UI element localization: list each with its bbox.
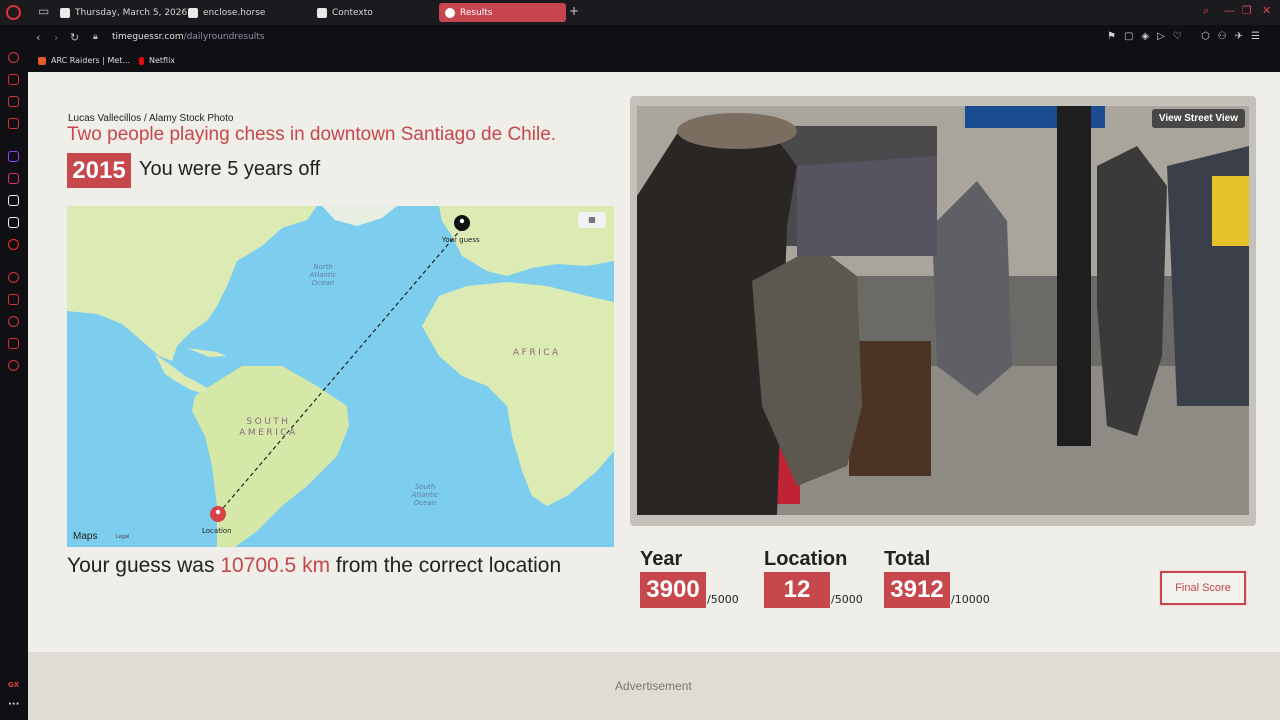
bookmark-arc-raiders[interactable]: ARC Raiders | Met... bbox=[38, 56, 130, 65]
toolbar-icons[interactable]: ⚑▢◈▷♡ ⬡⚇✈☰ bbox=[1107, 31, 1268, 42]
location-score: Location 12 /5000 bbox=[764, 548, 863, 608]
new-tab-button[interactable]: + bbox=[569, 4, 579, 18]
guess-pin-dot bbox=[459, 218, 465, 224]
maps-legal-link[interactable]: Legal bbox=[116, 534, 129, 540]
year-score-max: /5000 bbox=[707, 593, 739, 606]
africa-landmass bbox=[422, 282, 614, 506]
gx-label[interactable]: GX bbox=[8, 681, 19, 689]
total-score-label: Total bbox=[884, 548, 931, 570]
back-icon[interactable]: ‹ bbox=[36, 31, 40, 44]
arc-raiders-icon bbox=[38, 56, 46, 65]
location-score-max: /5000 bbox=[831, 593, 863, 606]
results-page: Lucas Vallecillos / Alamy Stock Photo Tw… bbox=[28, 72, 1280, 720]
more-icon[interactable]: ··· bbox=[8, 699, 19, 710]
photo-scene bbox=[637, 106, 1249, 515]
year-score: Year 3900 /5000 bbox=[640, 548, 739, 608]
twitch-icon[interactable] bbox=[8, 151, 19, 162]
hat bbox=[677, 113, 797, 149]
lock-icon: 🔒︎ bbox=[93, 32, 98, 42]
instagram-icon[interactable] bbox=[8, 173, 19, 184]
tab-date[interactable]: Thursday, March 5, 2026 bbox=[54, 3, 193, 22]
crowd-left bbox=[797, 156, 937, 256]
south-atlantic-label: South Atlantic Ocean bbox=[411, 483, 439, 507]
browser-sidebar: GX ··· bbox=[0, 25, 28, 720]
wallet-icon[interactable] bbox=[8, 96, 19, 107]
settings-icon[interactable] bbox=[8, 360, 19, 371]
central-america-landmass bbox=[155, 354, 207, 394]
calendar-icon bbox=[60, 7, 70, 18]
minimize-icon[interactable]: — bbox=[1224, 4, 1235, 17]
aria-icon[interactable] bbox=[8, 52, 19, 63]
location-score-value: 12 bbox=[764, 572, 830, 608]
player-icon[interactable] bbox=[8, 272, 19, 283]
tab-list-icon[interactable]: ▭ bbox=[38, 4, 49, 18]
yellow-shirt bbox=[1212, 176, 1249, 246]
address-bar: ‹ › ↻ 🔒︎ timeguessr.com/dailyroundresult… bbox=[28, 25, 1280, 50]
reload-icon[interactable]: ↻ bbox=[70, 31, 79, 44]
location-pin-label: Location bbox=[202, 527, 232, 535]
map-drawing bbox=[67, 206, 614, 547]
lamp-post bbox=[1057, 106, 1091, 446]
view-street-view-button[interactable]: View Street View bbox=[1151, 109, 1245, 128]
south-america-label: SOUTH AMERICA bbox=[239, 417, 298, 438]
url-field[interactable]: timeguessr.com/dailyroundresults bbox=[112, 32, 265, 42]
timeguessr-icon bbox=[445, 7, 455, 18]
tiktok-icon[interactable] bbox=[8, 195, 19, 206]
tab-enclose-horse[interactable]: enclose.horse bbox=[182, 3, 271, 22]
years-off-text: You were 5 years off bbox=[139, 158, 321, 180]
photo-title: Two people playing chess in downtown San… bbox=[67, 124, 557, 145]
netflix-icon bbox=[139, 56, 144, 65]
shopping-icon[interactable] bbox=[8, 74, 19, 85]
distance-value: 10700.5 km bbox=[220, 554, 331, 577]
distance-text: Your guess was 10700.5 km from the corre… bbox=[67, 554, 562, 577]
pin-icon[interactable] bbox=[8, 294, 19, 305]
north-america-landmass bbox=[67, 206, 317, 361]
result-map[interactable]: North Atlantic Ocean South Atlantic Ocea… bbox=[67, 206, 614, 547]
total-score: Total 3912 /10000 bbox=[884, 548, 990, 608]
guess-pin-label: Your guess bbox=[442, 236, 480, 244]
search-icon[interactable]: ⌕ bbox=[1203, 4, 1209, 18]
year-score-value: 3900 bbox=[640, 572, 706, 608]
greenland-landmass bbox=[322, 206, 397, 226]
messenger-icon[interactable] bbox=[8, 118, 19, 129]
africa-label: AFRICA bbox=[513, 348, 561, 358]
bookmarks-bar: ARC Raiders | Met... Netflix bbox=[28, 50, 1280, 72]
tab-results[interactable]: Results bbox=[439, 3, 566, 22]
result-photo: View Street View bbox=[637, 106, 1249, 515]
location-pin-dot bbox=[215, 509, 221, 515]
browser-tab-bar: ▭ Thursday, March 5, 2026 enclose.horse … bbox=[0, 0, 1280, 25]
north-atlantic-label: North Atlantic Ocean bbox=[309, 263, 337, 287]
map-type-button[interactable]: ▦ bbox=[578, 212, 606, 228]
x-icon[interactable] bbox=[8, 217, 19, 228]
caribbean-islands bbox=[187, 348, 227, 357]
total-score-value: 3912 bbox=[884, 572, 950, 608]
extensions-icon[interactable] bbox=[8, 338, 19, 349]
year-score-label: Year bbox=[640, 548, 683, 570]
maximize-icon[interactable]: ❐ bbox=[1242, 4, 1252, 17]
final-score-button[interactable]: Final Score bbox=[1160, 571, 1246, 605]
close-icon[interactable]: ✕ bbox=[1262, 4, 1271, 17]
total-score-max: /10000 bbox=[951, 593, 990, 606]
advertisement-area: Advertisement bbox=[28, 652, 1280, 720]
photo-credit: Lucas Vallecillos / Alamy Stock Photo bbox=[68, 113, 234, 124]
advertisement-label: Advertisement bbox=[615, 679, 692, 693]
photo-frame: View Street View bbox=[630, 96, 1256, 526]
location-score-label: Location bbox=[764, 548, 848, 570]
horse-icon bbox=[188, 7, 198, 18]
apple-maps-logo: Maps bbox=[73, 531, 98, 542]
correct-year-badge: 2015 bbox=[67, 153, 131, 188]
forward-icon[interactable]: › bbox=[54, 31, 58, 44]
youtube-icon[interactable] bbox=[8, 239, 19, 250]
opera-logo-icon[interactable] bbox=[6, 5, 21, 20]
tab-contexto[interactable]: Contexto bbox=[311, 3, 379, 22]
bookmark-netflix[interactable]: Netflix bbox=[139, 56, 175, 65]
history-icon[interactable] bbox=[8, 316, 19, 327]
contexto-icon bbox=[317, 7, 327, 18]
